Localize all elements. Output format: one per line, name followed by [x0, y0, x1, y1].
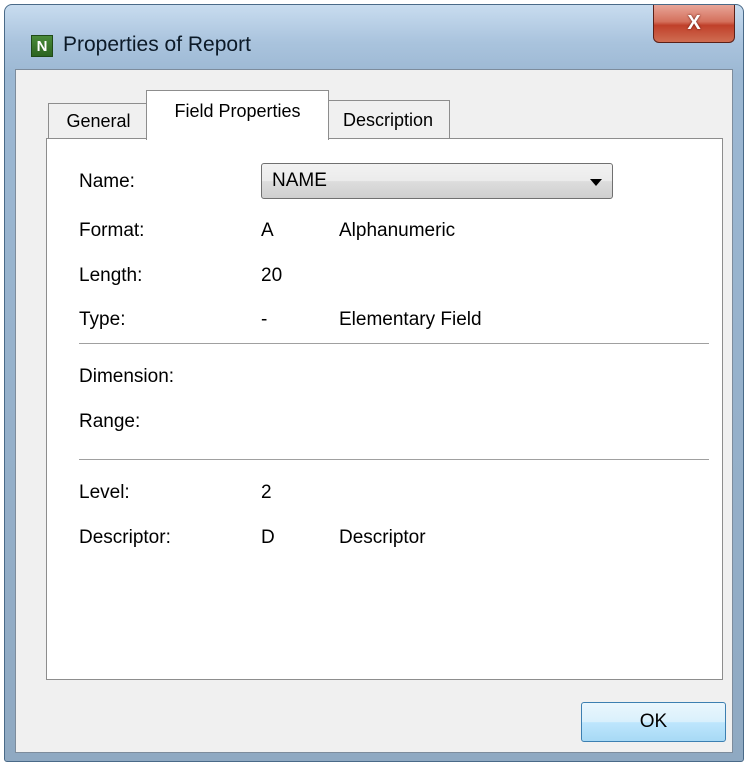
- close-icon: X: [687, 12, 701, 34]
- window-title: Properties of Report: [63, 33, 251, 56]
- dialog-body: General Description Field Properties Nam…: [15, 69, 733, 753]
- type-label: Type:: [79, 309, 126, 330]
- format-label: Format:: [79, 220, 145, 241]
- chevron-down-icon: [590, 179, 602, 186]
- tab-general[interactable]: General: [48, 103, 149, 139]
- descriptor-code: D: [261, 527, 275, 548]
- level-value: 2: [261, 482, 272, 503]
- type-description: Elementary Field: [339, 309, 482, 330]
- title-bar[interactable]: N Properties of Report X: [5, 5, 743, 69]
- ok-button[interactable]: OK: [581, 702, 726, 742]
- type-code: -: [261, 309, 268, 330]
- properties-dialog: N Properties of Report X General Descrip…: [4, 4, 744, 762]
- dimension-label: Dimension:: [79, 366, 175, 387]
- range-label: Range:: [79, 411, 141, 432]
- format-description: Alphanumeric: [339, 220, 456, 241]
- descriptor-label: Descriptor:: [79, 527, 171, 548]
- name-label: Name:: [79, 171, 135, 192]
- descriptor-description: Descriptor: [339, 527, 426, 548]
- separator: [79, 343, 709, 345]
- length-label: Length:: [79, 265, 143, 286]
- tab-field-properties[interactable]: Field Properties: [146, 90, 329, 140]
- close-button[interactable]: X: [653, 5, 735, 43]
- field-properties-panel: Name: NAME Format: A Alphanumeric Length…: [46, 138, 723, 680]
- app-icon: N: [31, 35, 53, 57]
- separator: [79, 459, 709, 461]
- format-code: A: [261, 220, 274, 241]
- length-value: 20: [261, 265, 283, 286]
- name-dropdown-value: NAME: [272, 170, 327, 191]
- tab-description[interactable]: Description: [326, 100, 450, 139]
- name-dropdown[interactable]: NAME: [261, 163, 613, 199]
- level-label: Level:: [79, 482, 130, 503]
